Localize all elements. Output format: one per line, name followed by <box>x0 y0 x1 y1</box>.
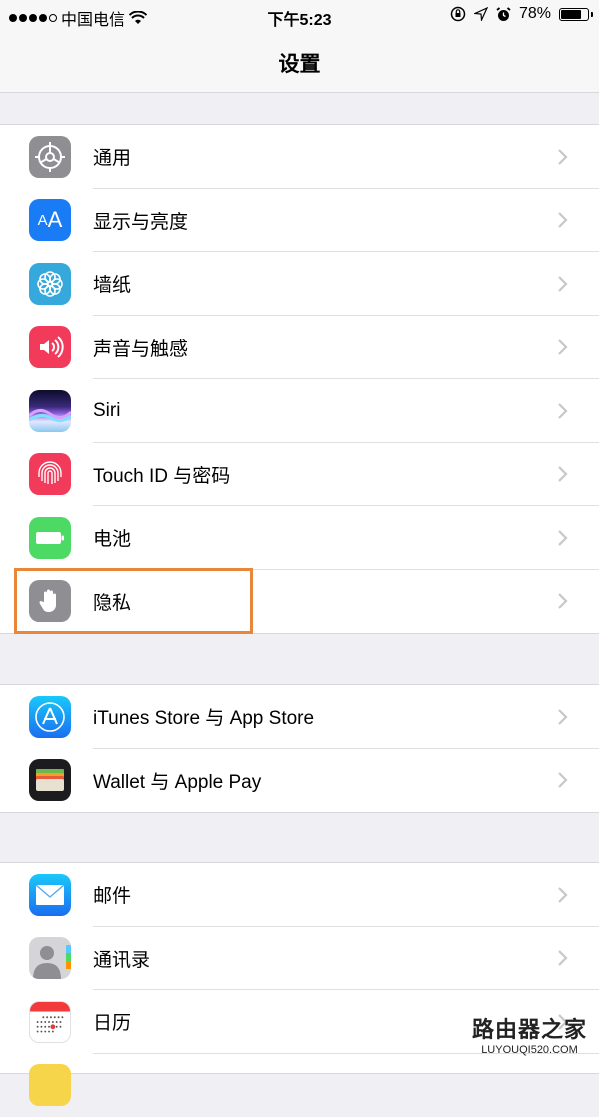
settings-row-label: Wallet 与 Apple Pay <box>93 767 261 794</box>
chevron-right-icon <box>553 148 571 166</box>
flower-icon <box>29 263 71 305</box>
contacts-icon <box>29 937 71 979</box>
chevron-right-icon <box>553 275 571 293</box>
settings-row-sounds-haptics[interactable]: 声音与触感 <box>0 316 599 380</box>
chevron-right-icon <box>553 708 571 726</box>
page-title: 设置 <box>0 48 599 78</box>
settings-row-label: Touch ID 与密码 <box>93 461 230 488</box>
orientation-lock-icon <box>450 6 466 22</box>
chevron-right-icon <box>553 529 571 547</box>
siri-icon <box>29 390 71 432</box>
settings-row-contacts[interactable]: 通讯录 <box>0 927 599 991</box>
settings-row-itunes-app-store[interactable]: iTunes Store 与 App Store <box>0 685 599 749</box>
mail-icon <box>29 874 71 916</box>
settings-row-label: 电池 <box>93 524 131 551</box>
settings-row-label: Siri <box>93 400 120 422</box>
chevron-right-icon <box>553 402 571 420</box>
chevron-right-icon <box>553 886 571 904</box>
chevron-right-icon <box>553 771 571 789</box>
chevron-right-icon <box>553 211 571 229</box>
settings-row-general[interactable]: 通用 <box>0 125 599 189</box>
settings-row-privacy[interactable]: 隐私 <box>0 570 599 634</box>
notes-icon <box>29 1064 71 1106</box>
wallet-icon <box>29 759 71 801</box>
watermark: 路由器之家 LUYOUQI520.COM <box>472 1012 587 1056</box>
location-icon <box>474 7 488 21</box>
settings-row-wallet-apple-pay[interactable]: Wallet 与 Apple Pay <box>0 749 599 813</box>
settings-row-label: 日历 <box>93 1008 131 1035</box>
settings-row-label: 显示与亮度 <box>93 207 188 234</box>
chevron-right-icon <box>553 465 571 483</box>
settings-row-wallpaper[interactable]: 墙纸 <box>0 252 599 316</box>
battery-icon <box>559 8 589 21</box>
settings-row-label: 通用 <box>93 143 131 170</box>
settings-row-label: 墙纸 <box>93 270 131 297</box>
settings-row-touch-id-passcode[interactable]: Touch ID 与密码 <box>0 443 599 507</box>
text-size-icon: AA <box>29 199 71 241</box>
watermark-subtitle: LUYOUQI520.COM <box>472 1044 587 1056</box>
settings-row-mail[interactable]: 邮件 <box>0 863 599 927</box>
settings-row-notes[interactable] <box>0 1054 599 1117</box>
settings-row-display-brightness[interactable]: AA 显示与亮度 <box>0 189 599 253</box>
settings-row-label: 声音与触感 <box>93 334 188 361</box>
watermark-title: 路由器之家 <box>472 1012 587 1044</box>
battery-fill <box>561 10 581 19</box>
fingerprint-icon <box>29 453 71 495</box>
gear-icon <box>29 136 71 178</box>
settings-row-label: 通讯录 <box>93 945 150 972</box>
battery-icon <box>29 517 71 559</box>
speaker-icon <box>29 326 71 368</box>
chevron-right-icon <box>553 949 571 967</box>
settings-row-siri[interactable]: Siri <box>0 379 599 443</box>
alarm-icon <box>496 7 511 22</box>
settings-group-2: iTunes Store 与 App Store Wallet 与 Apple … <box>0 684 599 813</box>
chevron-right-icon <box>553 592 571 610</box>
hand-icon <box>29 580 71 622</box>
app-store-icon <box>29 696 71 738</box>
settings-group-1: 通用 AA 显示与亮度 墙纸 声音与触感 Siri <box>0 124 599 634</box>
settings-row-label: 隐私 <box>93 588 131 615</box>
chevron-right-icon <box>553 338 571 356</box>
status-bar: 中国电信 下午5:23 78% <box>0 0 599 32</box>
settings-row-battery[interactable]: 电池 <box>0 506 599 570</box>
navigation-bar: 设置 <box>0 32 599 93</box>
status-right: 78% <box>450 5 589 23</box>
calendar-icon <box>29 1001 71 1043</box>
battery-percent: 78% <box>519 5 551 23</box>
settings-row-label: iTunes Store 与 App Store <box>93 703 314 730</box>
settings-row-label: 邮件 <box>93 881 131 908</box>
